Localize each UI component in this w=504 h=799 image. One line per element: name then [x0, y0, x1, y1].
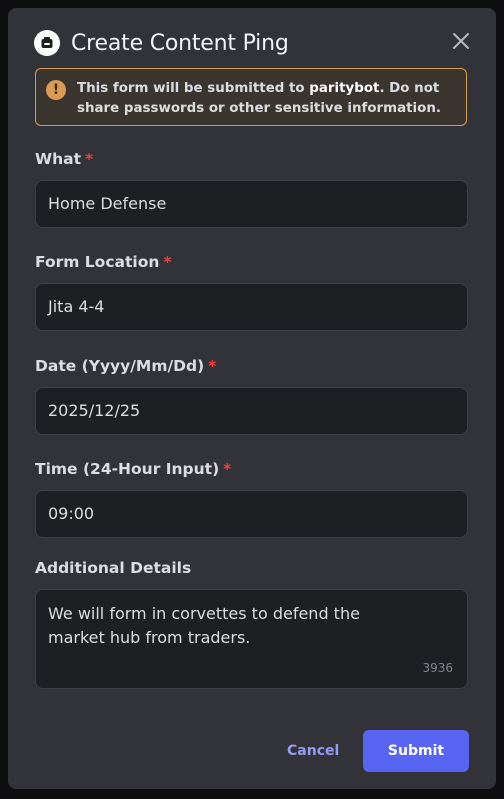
- cancel-button[interactable]: Cancel: [287, 742, 339, 760]
- form-location-input[interactable]: Jita 4-4: [35, 283, 468, 331]
- required-marker: *: [223, 460, 232, 478]
- required-marker: *: [85, 150, 94, 168]
- date-label: Date (Yyyy/Mm/Dd) *: [35, 357, 217, 375]
- close-button[interactable]: [450, 30, 472, 52]
- what-input[interactable]: Home Defense: [35, 180, 468, 228]
- character-counter: 3936: [422, 661, 453, 675]
- field-time: Time (24-Hour Input) * 09:00: [35, 458, 468, 538]
- additional-details-label: Additional Details: [35, 559, 192, 577]
- bot-icon: [34, 30, 60, 56]
- close-icon: [453, 33, 469, 49]
- warning-bot-name: paritybot: [309, 81, 380, 96]
- field-date: Date (Yyyy/Mm/Dd) * 2025/12/25: [35, 355, 468, 435]
- required-marker: *: [208, 357, 217, 375]
- field-additional-details: Additional Details We will form in corve…: [35, 557, 468, 689]
- date-input[interactable]: 2025/12/25: [35, 387, 468, 435]
- modal-dialog: Create Content Ping ! This form will be …: [8, 8, 496, 789]
- field-what: What * Home Defense: [35, 148, 468, 228]
- what-label: What *: [35, 150, 94, 168]
- additional-details-textarea[interactable]: We will form in corvettes to defend the …: [35, 589, 468, 689]
- warning-text-before: This form will be submitted to: [77, 81, 310, 96]
- form-location-label: Form Location *: [35, 253, 172, 271]
- time-label: Time (24-Hour Input) *: [35, 460, 232, 478]
- field-form-location: Form Location * Jita 4-4: [35, 251, 468, 331]
- warning-icon: !: [46, 80, 66, 100]
- warning-text: This form will be submitted to paritybot…: [77, 79, 456, 119]
- time-input[interactable]: 09:00: [35, 490, 468, 538]
- additional-details-value: We will form in corvettes to defend the …: [48, 604, 360, 647]
- dialog-title: Create Content Ping: [71, 30, 289, 56]
- required-marker: *: [163, 253, 172, 271]
- warning-banner: ! This form will be submitted to parityb…: [35, 68, 467, 126]
- dialog-header: Create Content Ping: [34, 28, 289, 58]
- submit-button[interactable]: Submit: [363, 730, 469, 772]
